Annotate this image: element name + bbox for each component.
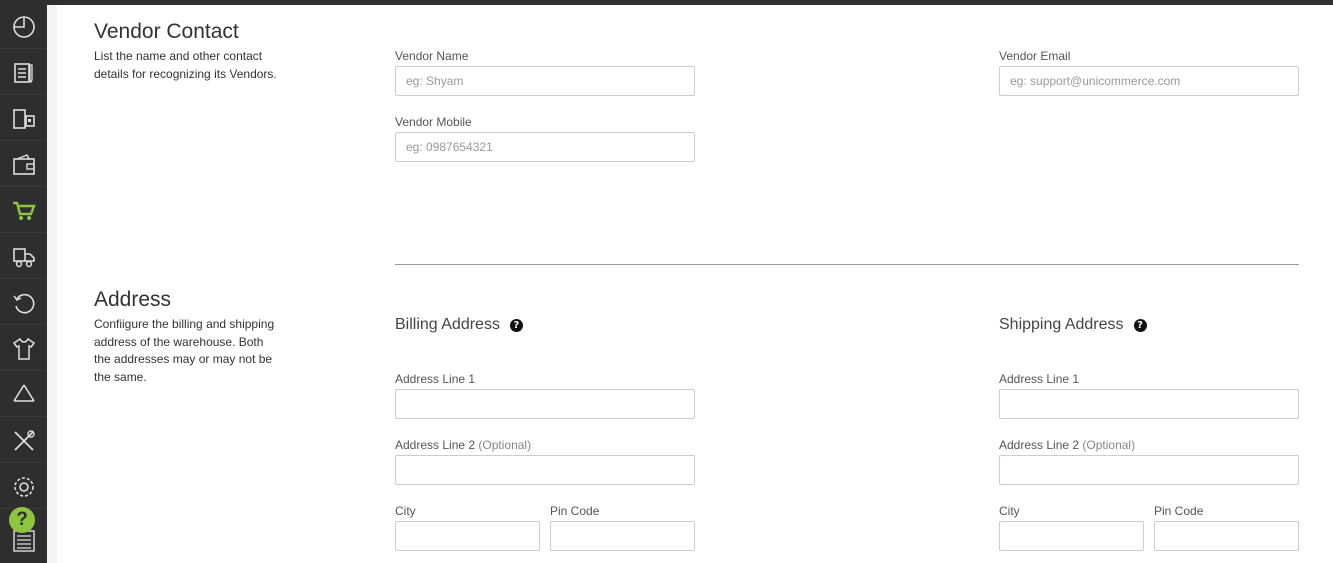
billing-line2-label-text: Address Line 2 — [395, 438, 476, 452]
truck-icon — [12, 247, 35, 267]
vendor-mobile-label: Vendor Mobile — [395, 115, 472, 129]
billing-line1-label: Address Line 1 — [395, 372, 476, 386]
shipping-line2-label-text: Address Line 2 — [999, 438, 1080, 452]
vendor-name-input[interactable] — [395, 66, 695, 96]
billing-line2-input[interactable] — [395, 455, 695, 485]
products-shirt-icon — [12, 337, 35, 360]
inventory-shelf-icon — [12, 108, 35, 129]
billing-help-icon[interactable]: ? — [509, 318, 523, 332]
help-button[interactable]: ? — [9, 507, 35, 533]
sidebar-item-inventory[interactable] — [0, 97, 47, 141]
shipping-address-heading: Shipping Address ? — [999, 316, 1147, 334]
sidebar-item-products[interactable] — [0, 327, 47, 371]
sidebar-item-tools[interactable] — [0, 419, 47, 463]
shipping-line1-label: Address Line 1 — [999, 372, 1080, 386]
shipping-line2-input[interactable] — [999, 455, 1299, 485]
tools-icon — [13, 429, 35, 451]
shipping-line2-optional: (Optional) — [1082, 438, 1136, 452]
shipping-city-input[interactable] — [999, 521, 1144, 551]
billing-pin-input[interactable] — [550, 521, 695, 551]
billing-address-heading: Billing Address ? — [395, 316, 523, 334]
billing-pin-label: Pin Code — [550, 504, 600, 518]
shipping-city-label: City — [999, 504, 1020, 518]
vendor-contact-description: List the name and other contact details … — [94, 49, 277, 81]
sidebar-item-purchase[interactable] — [0, 189, 47, 233]
sidebar: ? — [0, 5, 47, 563]
sidebar-item-wallet[interactable] — [0, 143, 47, 187]
orders-document-icon — [13, 62, 33, 83]
recycle-icon — [12, 384, 35, 402]
vendor-contact-title: Vendor Contact — [94, 20, 239, 43]
billing-line2-label: Address Line 2 (Optional) — [395, 438, 531, 452]
shipping-line1-input[interactable] — [999, 389, 1299, 419]
sidebar-item-orders[interactable] — [0, 51, 47, 95]
sidebar-item-dashboard[interactable] — [0, 5, 47, 49]
shipping-address-title: Shipping Address — [999, 316, 1124, 333]
shipping-line2-label: Address Line 2 (Optional) — [999, 438, 1135, 452]
sidebar-item-recycle[interactable] — [0, 373, 47, 417]
shipping-pin-input[interactable] — [1154, 521, 1299, 551]
sidebar-gutter — [47, 5, 57, 563]
wallet-icon — [12, 153, 35, 175]
shipping-help-icon[interactable]: ? — [1133, 318, 1147, 332]
returns-icon — [12, 293, 34, 313]
sidebar-item-settings[interactable] — [0, 465, 47, 509]
sidebar-item-shipping[interactable] — [0, 235, 47, 279]
address-title: Address — [94, 288, 172, 311]
shipping-pin-label: Pin Code — [1154, 504, 1204, 518]
billing-line1-input[interactable] — [395, 389, 695, 419]
vendor-email-label: Vendor Email — [999, 49, 1071, 63]
billing-city-label: City — [395, 504, 416, 518]
billing-line2-optional: (Optional) — [478, 438, 532, 452]
vendor-form: Vendor Contact List the name and other c… — [57, 5, 1333, 563]
sidebar-item-returns[interactable] — [0, 281, 47, 325]
help-button-label: ? — [16, 509, 28, 530]
vendor-email-input[interactable] — [999, 66, 1299, 96]
vendor-name-label: Vendor Name — [395, 49, 469, 63]
dashboard-pie-icon — [12, 15, 35, 38]
settings-gear-icon — [13, 476, 34, 497]
vendor-mobile-input[interactable] — [395, 132, 695, 162]
billing-address-title: Billing Address — [395, 316, 500, 333]
cart-icon — [12, 201, 36, 220]
billing-city-input[interactable] — [395, 521, 540, 551]
section-divider — [395, 264, 1299, 265]
address-description: Confiigure the billing and shipping addr… — [94, 317, 275, 384]
